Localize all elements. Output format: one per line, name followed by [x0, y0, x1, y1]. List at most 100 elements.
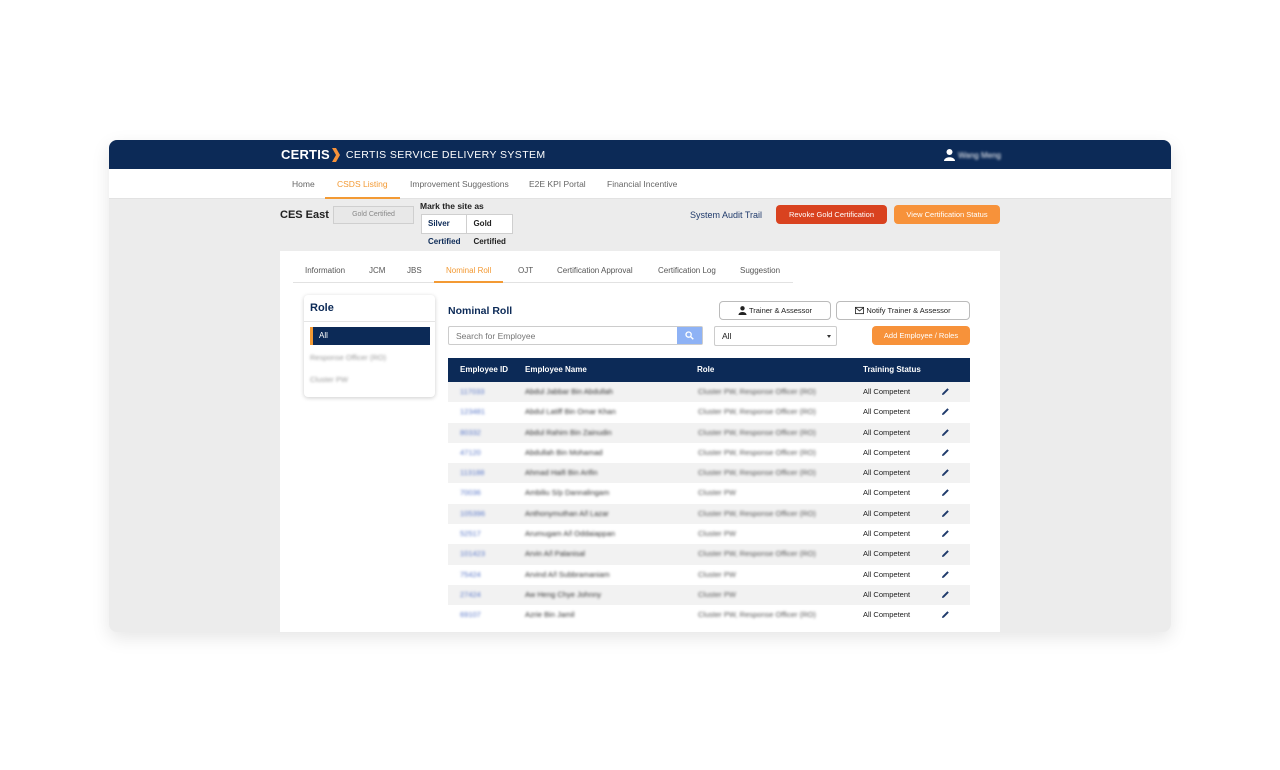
brand[interactable]: CERTIS CERTIS SERVICE DELIVERY SYSTEM [281, 147, 546, 162]
employee-name: Ambiliu S/p Dannalingam [525, 488, 610, 498]
content-panel: Information JCM JBS Nominal Roll OJT Cer… [280, 251, 1000, 632]
edit-button[interactable] [941, 407, 950, 418]
training-status: All Competent [863, 427, 911, 437]
training-status: All Competent [863, 387, 911, 396]
tab-jcm[interactable]: JCM [357, 261, 397, 283]
table-row: 123481 Abdul Latiff Bin Omar Khan Cluster … [448, 402, 970, 423]
role-item-all[interactable]: All [310, 327, 430, 345]
employee-name: Abdul Latiff Bin Omar Khan [525, 407, 616, 417]
training-status: All Competent [863, 447, 911, 457]
edit-button[interactable] [941, 610, 950, 621]
employee-id-link[interactable]: 69107 [460, 605, 481, 625]
employee-name: Anthonymuthan A/l Lazar [525, 508, 609, 518]
system-title: CERTIS SERVICE DELIVERY SYSTEM [345, 148, 546, 161]
pencil-icon [942, 469, 949, 477]
tab-ojt[interactable]: OJT [506, 261, 545, 283]
tab-jbs[interactable]: JBS [395, 261, 434, 283]
employee-role: Cluster PW, Response Officer (RO) [698, 508, 816, 518]
tab-nominal-roll[interactable]: Nominal Roll [434, 261, 504, 283]
edit-button[interactable] [941, 488, 950, 499]
col-training-status[interactable]: Training Status [863, 358, 921, 382]
search-button[interactable] [677, 327, 702, 344]
pencil-icon [942, 489, 949, 497]
pencil-icon [942, 428, 949, 436]
col-role[interactable]: Role [697, 358, 714, 382]
role-filter-card: Role All Response Officer (RO) Cluster P… [304, 295, 435, 397]
role-select[interactable]: All [714, 326, 837, 346]
edit-button[interactable] [941, 468, 950, 479]
top-bar: CERTIS CERTIS SERVICE DELIVERY SYSTEM Wa… [109, 140, 1171, 169]
nav-e2e-kpi-portal[interactable]: E2E KPI Portal [517, 169, 598, 199]
tab-certification-approval[interactable]: Certification Approval [545, 261, 645, 283]
nav-home[interactable]: Home [280, 169, 327, 199]
table-row: 101423 Arvin A/l Palanisal Cluster PW, Res… [448, 544, 970, 565]
trainer-assessor-button[interactable]: Trainer & Assessor [719, 301, 831, 320]
employee-role: Cluster PW, Response Officer (RO) [698, 427, 816, 437]
employee-id-link[interactable]: 105396 [460, 504, 485, 524]
col-employee-id[interactable]: Employee ID [460, 358, 508, 382]
edit-button[interactable] [941, 509, 950, 520]
tab-certification-log[interactable]: Certification Log [646, 261, 728, 283]
training-status: All Competent [863, 407, 911, 417]
table-row: 113188 Ahmad Haifi Bin Arifin Cluster PW, … [448, 463, 970, 484]
caret-down-icon [827, 335, 831, 338]
employee-name: Arvin A/l Palanisal [525, 549, 586, 559]
employee-id-link[interactable]: 70036 [460, 483, 481, 503]
employee-id-link[interactable]: 113188 [460, 463, 484, 483]
employee-role: Cluster PW, Response Officer (RO) [698, 387, 816, 396]
edit-button[interactable] [941, 549, 950, 560]
table-row: 52517 Arumugam A/l Oddaiappan Cluster PW Al… [448, 524, 970, 545]
employee-id-link[interactable]: 123481 [460, 402, 485, 422]
tab-suggestion[interactable]: Suggestion [728, 261, 792, 283]
nav-improvement-suggestions[interactable]: Improvement Suggestions [398, 169, 521, 199]
table-row: 47120 Abdullah Bin Mohamad Cluster PW, Res… [448, 442, 970, 464]
edit-button[interactable] [941, 590, 950, 601]
employee-name: Aw Heng Chye Johnny [525, 589, 602, 599]
user-menu[interactable]: Wang Meng [944, 149, 1001, 161]
table-row: 105396 Anthonymuthan A/l Lazar Cluster PW,… [448, 503, 970, 525]
employee-role: Cluster PW [698, 488, 736, 498]
employee-id-link[interactable]: 75424 [460, 565, 481, 585]
role-item-cluster-pw[interactable]: Cluster PW [310, 375, 348, 384]
nominal-roll-title: Nominal Roll [448, 305, 513, 317]
edit-button[interactable] [941, 529, 950, 540]
col-employee-name[interactable]: Employee Name [525, 358, 587, 382]
chevron-logo-icon [331, 147, 340, 162]
employee-id-link[interactable]: 80332 [460, 423, 481, 443]
employee-name: Azrie Bin Jamil [525, 610, 575, 620]
tab-information[interactable]: Information [293, 261, 357, 283]
edit-button[interactable] [941, 387, 950, 398]
employee-role: Cluster PW [698, 529, 736, 539]
mark-gold-button[interactable]: Gold Certified [466, 215, 511, 246]
employee-id-link[interactable]: 52517 [460, 524, 481, 544]
role-select-value: All [722, 331, 732, 341]
training-status: All Competent [863, 569, 911, 579]
training-status: All Competent [863, 508, 911, 518]
nominal-roll-table: Employee ID Employee Name Role Training … [448, 358, 970, 626]
notify-trainer-assessor-button[interactable]: Notify Trainer & Assessor [836, 301, 970, 320]
revoke-gold-certification-button[interactable]: Revoke Gold Certification [776, 205, 887, 224]
employee-id-link[interactable]: 101423 [460, 544, 485, 564]
employee-id-link[interactable]: 27424 [460, 585, 481, 605]
table-row: 117033 Abdul Jabbar Bin Abdullah Cluster P… [448, 382, 970, 403]
edit-button[interactable] [941, 428, 950, 439]
system-audit-trail-link[interactable]: System Audit Trail [690, 210, 762, 220]
employee-id-link[interactable]: 47120 [460, 443, 481, 463]
add-employee-roles-button[interactable]: Add Employee / Roles [872, 326, 970, 345]
table-row: 27424 Aw Heng Chye Johnny Cluster PW All Co… [448, 584, 970, 606]
employee-name: Arumugam A/l Oddaiappan [525, 529, 616, 539]
employee-search-input[interactable] [449, 327, 679, 344]
table-row: 70036 Ambiliu S/p Dannalingam Cluster PW Al… [448, 483, 970, 504]
edit-button[interactable] [941, 448, 950, 459]
employee-id-link[interactable]: 117033 [460, 382, 484, 402]
role-item-response-officer[interactable]: Response Officer (RO) [310, 353, 386, 362]
role-title: Role [310, 302, 334, 314]
certification-badge: Gold Certified [333, 206, 414, 224]
view-certification-status-button[interactable]: View Certification Status [894, 205, 1000, 224]
nav-csds-listing[interactable]: CSDS Listing [325, 169, 400, 199]
user-name: Wang Meng [958, 150, 1001, 160]
nav-financial-incentive[interactable]: Financial Incentive [595, 169, 689, 199]
mark-silver-button[interactable]: Silver Certified [422, 215, 466, 246]
employee-role: Cluster PW [698, 589, 736, 599]
edit-button[interactable] [941, 570, 950, 581]
